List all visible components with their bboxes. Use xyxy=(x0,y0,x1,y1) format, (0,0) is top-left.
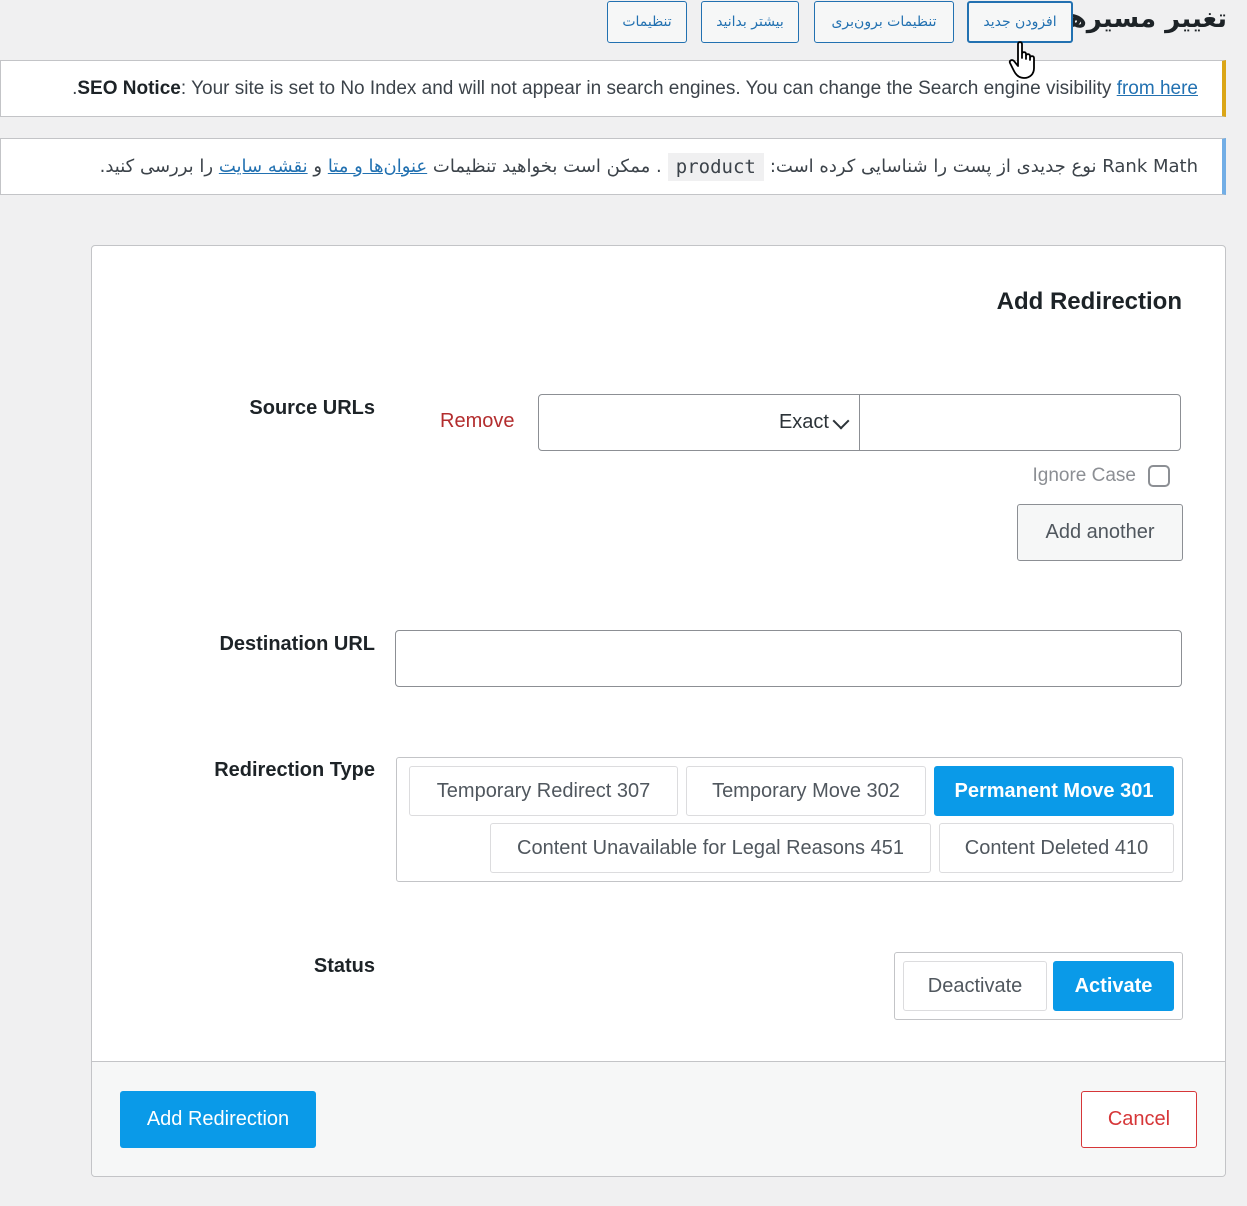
match-type-value: Exact xyxy=(778,411,829,433)
add-new-button[interactable]: افزودن جدید xyxy=(967,1,1073,43)
redirection-type-group: Permanent Move 301 Temporary Move 302 Te… xyxy=(396,757,1183,882)
rankmath-notice-prefix: Rank Math نوع جدیدی از پست را شناسایی کر… xyxy=(769,156,1198,177)
rankmath-notice: Rank Math نوع جدیدی از پست را شناسایی کر… xyxy=(0,138,1226,195)
export-settings-button[interactable]: تنظیمات برون‌بری xyxy=(814,1,954,43)
rankmath-notice-and: و xyxy=(313,156,323,177)
activate-button[interactable]: Activate xyxy=(1053,961,1174,1011)
rankmath-notice-middle: . ممکن است بخواهید تنظیمات xyxy=(432,156,662,177)
add-redirection-submit-button[interactable]: Add Redirection xyxy=(120,1091,316,1148)
post-type-code: product xyxy=(667,152,764,181)
status-toggle-group: Activate Deactivate xyxy=(894,952,1183,1020)
ignore-case-checkbox[interactable] xyxy=(1148,465,1170,487)
seo-notice-text: : Your site is set to No Index and will … xyxy=(180,77,1117,99)
cancel-button[interactable]: Cancel xyxy=(1081,1091,1197,1148)
form-title: Add Redirection xyxy=(996,288,1182,315)
page-title: تغییر مسیرها xyxy=(1058,4,1227,34)
hand-cursor-icon xyxy=(1008,41,1035,79)
destination-url-input[interactable] xyxy=(395,630,1182,687)
type-410-button[interactable]: Content Deleted 410 xyxy=(939,823,1174,873)
form-footer: Add Redirection Cancel xyxy=(92,1061,1225,1176)
settings-button[interactable]: تنظیمات xyxy=(607,1,687,43)
redirection-type-label: Redirection Type xyxy=(214,759,375,781)
add-redirection-card: Add Redirection Source URLs Remove Exact… xyxy=(91,245,1226,1177)
remove-source-button[interactable]: Remove xyxy=(440,410,514,433)
source-url-input[interactable] xyxy=(859,394,1181,451)
source-urls-label: Source URLs xyxy=(249,397,375,419)
seo-visibility-link[interactable]: from here xyxy=(1117,78,1198,100)
deactivate-button[interactable]: Deactivate xyxy=(903,961,1047,1011)
ignore-case-option[interactable]: Ignore Case xyxy=(1032,465,1170,487)
destination-url-label: Destination URL xyxy=(219,633,375,655)
rankmath-notice-suffix: را بررسی کنید. xyxy=(99,156,214,177)
add-another-button[interactable]: Add another xyxy=(1017,504,1183,561)
learn-more-button[interactable]: بیشتر بدانید xyxy=(701,1,799,43)
sitemap-link[interactable]: نقشه سایت xyxy=(219,156,308,177)
type-301-button[interactable]: Permanent Move 301 xyxy=(934,766,1174,816)
type-302-button[interactable]: Temporary Move 302 xyxy=(686,766,926,816)
type-307-button[interactable]: Temporary Redirect 307 xyxy=(409,766,678,816)
status-label: Status xyxy=(313,955,375,977)
match-type-select[interactable]: Exact xyxy=(538,394,860,451)
titles-meta-link[interactable]: عنوان‌ها و متا xyxy=(328,156,427,177)
type-451-button[interactable]: Content Unavailable for Legal Reasons 45… xyxy=(490,823,931,873)
seo-notice-label: SEO Notice xyxy=(77,77,181,99)
chevron-down-icon xyxy=(832,412,850,429)
ignore-case-label: Ignore Case xyxy=(1032,465,1136,486)
